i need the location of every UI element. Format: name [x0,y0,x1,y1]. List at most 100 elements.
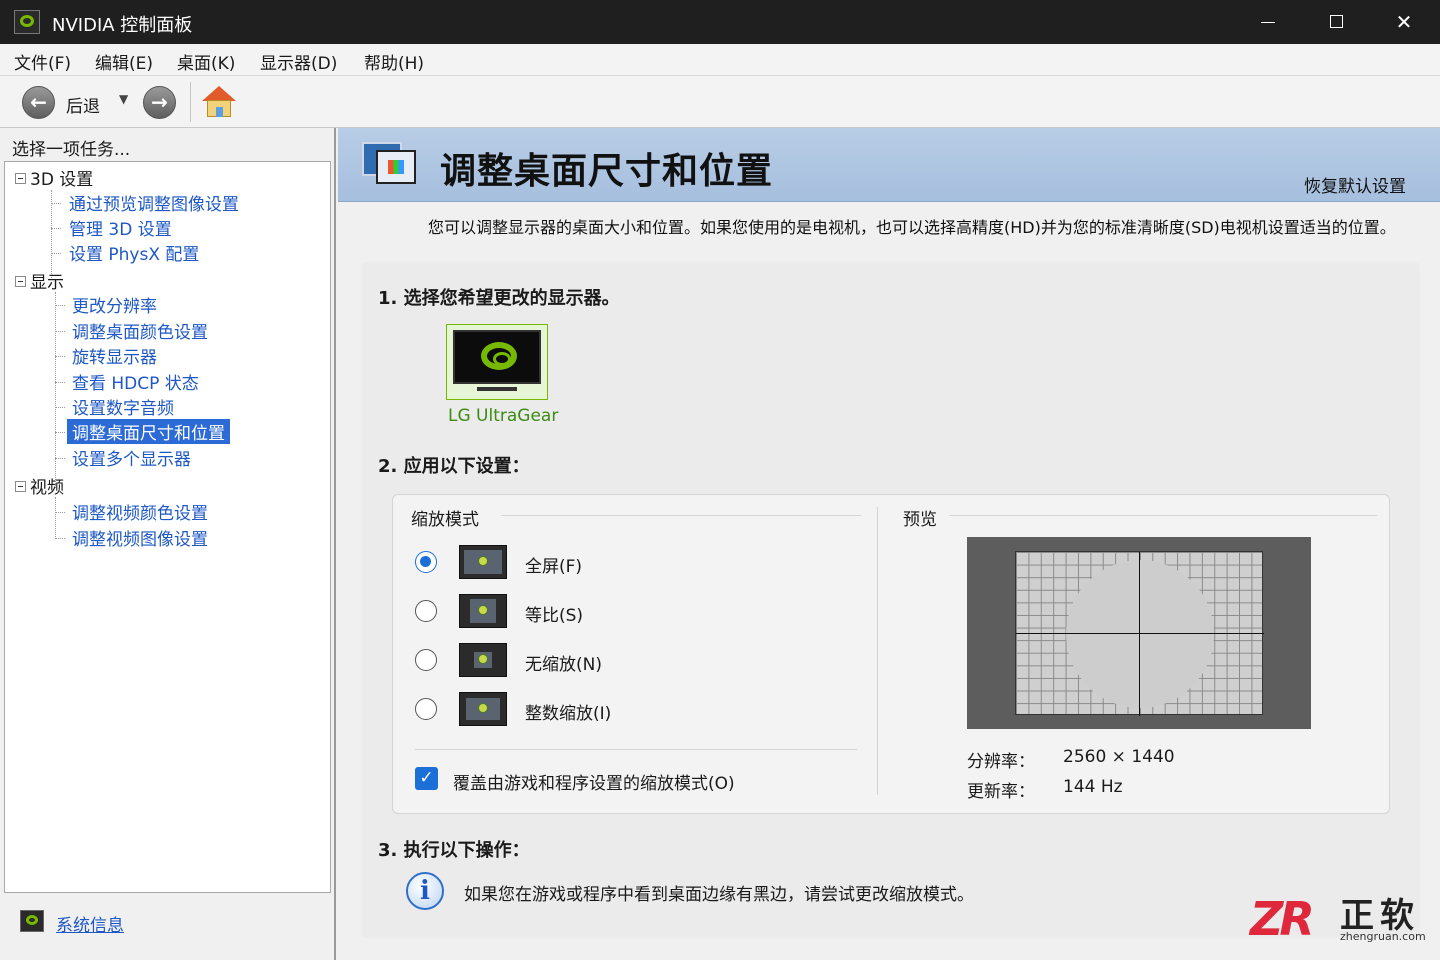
resolution-label: 分辨率： [967,752,1035,772]
tree-connector [55,512,65,513]
desktop-size-icon [362,138,418,188]
monitor-name[interactable]: LG UltraGear [448,406,558,426]
override-scaling-checkbox[interactable]: ✓ [415,767,438,790]
page-title: 调整桌面尺寸和位置 [440,151,774,192]
mode-label[interactable]: 无缩放(N) [525,650,602,675]
tree-item-video-image[interactable]: 调整视频图像设置 [67,525,213,550]
preview-image [967,537,1311,729]
window-title: NVIDIA 控制面板 [52,15,193,36]
back-label[interactable]: 后退 [66,92,100,117]
back-arrow-icon: ← [30,90,47,114]
tree-connector [51,253,61,254]
tree-item-multiple-displays[interactable]: 设置多个显示器 [67,445,196,470]
home-icon[interactable] [202,86,236,118]
tree-item-desktop-color[interactable]: 调整桌面颜色设置 [67,318,213,343]
title-bar: NVIDIA 控制面板 ✕ [0,0,1440,44]
task-pane-header: 选择一项任务... [12,140,131,160]
tree-item-desktop-size-position[interactable]: 调整桌面尺寸和位置 [67,419,230,444]
tree-item-digital-audio[interactable]: 设置数字音频 [67,394,179,419]
collapse-icon[interactable] [15,480,26,492]
fullscreen-mode-icon [459,545,507,579]
tree-connector [55,497,56,539]
tree-group-video[interactable]: 视频 [15,473,64,498]
resolution-value: 2560 × 1440 [1063,747,1175,767]
main-pane: 调整桌面尺寸和位置 恢复默认设置 您可以调整显示器的桌面大小和位置。如果您使用的… [338,128,1440,960]
menu-edit[interactable]: 编辑(E) [95,49,153,74]
nvidia-logo-icon [481,342,517,370]
refresh-rate-value: 144 Hz [1063,777,1123,797]
tree-group-label: 视频 [30,478,64,498]
tree-connector [55,538,65,539]
action-hint-text: 如果您在游戏或程序中看到桌面边缘有黑边，请尝试更改缩放模式。 [464,885,974,905]
minimize-icon [1261,22,1275,23]
watermark-mark: ZR [1250,892,1315,946]
watermark-domain: zhengruan.com [1340,930,1426,943]
mode-label[interactable]: 等比(S) [525,601,583,626]
back-button[interactable]: ← [22,86,55,119]
task-tree[interactable]: 3D 设置 通过预览调整图像设置 管理 3D 设置 设置 PhysX 配置 显示… [4,161,331,893]
tree-connector [55,407,65,408]
no-scaling-mode-icon [459,643,507,677]
mode-label[interactable]: 全屏(F) [525,552,582,577]
forward-button[interactable]: → [143,86,176,119]
tree-item-manage-3d-settings[interactable]: 管理 3D 设置 [64,215,177,240]
checkmark-icon: ✓ [419,768,434,788]
forward-arrow-icon: → [151,90,168,114]
close-button[interactable]: ✕ [1370,0,1438,44]
step-1-heading: 1. 选择您希望更改的显示器。 [378,288,620,309]
settings-panel: 缩放模式 全屏(F) 等比(S) 无缩放(N) 整数缩放(I) ✓ 覆盖由游戏和… [392,494,1390,814]
menu-bar: 文件(F) 编辑(E) 桌面(K) 显示器(D) 帮助(H) [0,44,1440,76]
task-pane: 选择一项任务... 3D 设置 通过预览调整图像设置 管理 3D 设置 设置 P… [0,128,336,960]
restore-defaults-link[interactable]: 恢复默认设置 [1304,172,1406,197]
maximize-button[interactable] [1302,0,1370,44]
menu-file[interactable]: 文件(F) [14,49,71,74]
test-pattern-circle [1066,560,1214,708]
collapse-icon[interactable] [15,172,26,184]
nvidia-app-icon [14,10,40,34]
maximize-icon [1330,15,1343,28]
override-scaling-label[interactable]: 覆盖由游戏和程序设置的缩放模式(O) [453,769,735,794]
tree-item-hdcp-status[interactable]: 查看 HDCP 状态 [67,369,204,394]
tree-connector [51,228,61,229]
menu-help[interactable]: 帮助(H) [364,49,424,74]
tree-item-preview-image-settings[interactable]: 通过预览调整图像设置 [64,190,244,215]
mode-label[interactable]: 整数缩放(I) [525,699,611,724]
step-2-heading: 2. 应用以下设置： [378,456,530,477]
nvidia-icon [20,910,44,932]
tree-connector [55,331,65,332]
radio-no-scaling[interactable] [415,649,437,671]
test-pattern-grid [1015,551,1264,716]
minimize-button[interactable] [1234,0,1302,44]
tree-connector [55,432,65,433]
monitor-tile-selected[interactable] [446,324,548,400]
collapse-icon[interactable] [15,275,26,287]
tree-group-display[interactable]: 显示 [15,268,64,293]
tree-connector [51,203,61,204]
tree-item-video-color[interactable]: 调整视频颜色设置 [67,499,213,524]
radio-fullscreen[interactable] [415,551,437,573]
integer-scaling-mode-icon [459,692,507,726]
page-description: 您可以调整显示器的桌面大小和位置。如果您使用的是电视机，也可以选择高精度(HD)… [428,218,1396,237]
radio-integer[interactable] [415,698,437,720]
tree-connector [55,458,65,459]
system-info-link[interactable]: 系统信息 [56,911,124,936]
scaling-mode-title: 缩放模式 [411,510,479,530]
tree-item-physx-config[interactable]: 设置 PhysX 配置 [64,240,204,265]
tree-group-label: 3D 设置 [30,170,94,190]
tree-group-3d-settings[interactable]: 3D 设置 [15,165,93,190]
tree-group-label: 显示 [30,273,64,293]
menu-desktop[interactable]: 桌面(K) [177,49,235,74]
refresh-rate-label: 更新率： [967,782,1035,802]
menu-display[interactable]: 显示器(D) [260,49,337,74]
toolbar: ← 后退 ▼ → [0,76,1440,128]
monitor-icon [453,330,541,384]
close-icon: ✕ [1395,10,1413,34]
toolbar-separator [190,82,191,122]
radio-aspect[interactable] [415,600,437,622]
tree-connector [55,382,65,383]
tree-item-rotate-display[interactable]: 旋转显示器 [67,343,162,368]
page-banner: 调整桌面尺寸和位置 恢复默认设置 [338,128,1440,202]
history-dropdown-icon[interactable]: ▼ [119,92,128,106]
tree-item-change-resolution[interactable]: 更改分辨率 [67,292,162,317]
step-3-heading: 3. 执行以下操作： [378,840,530,861]
